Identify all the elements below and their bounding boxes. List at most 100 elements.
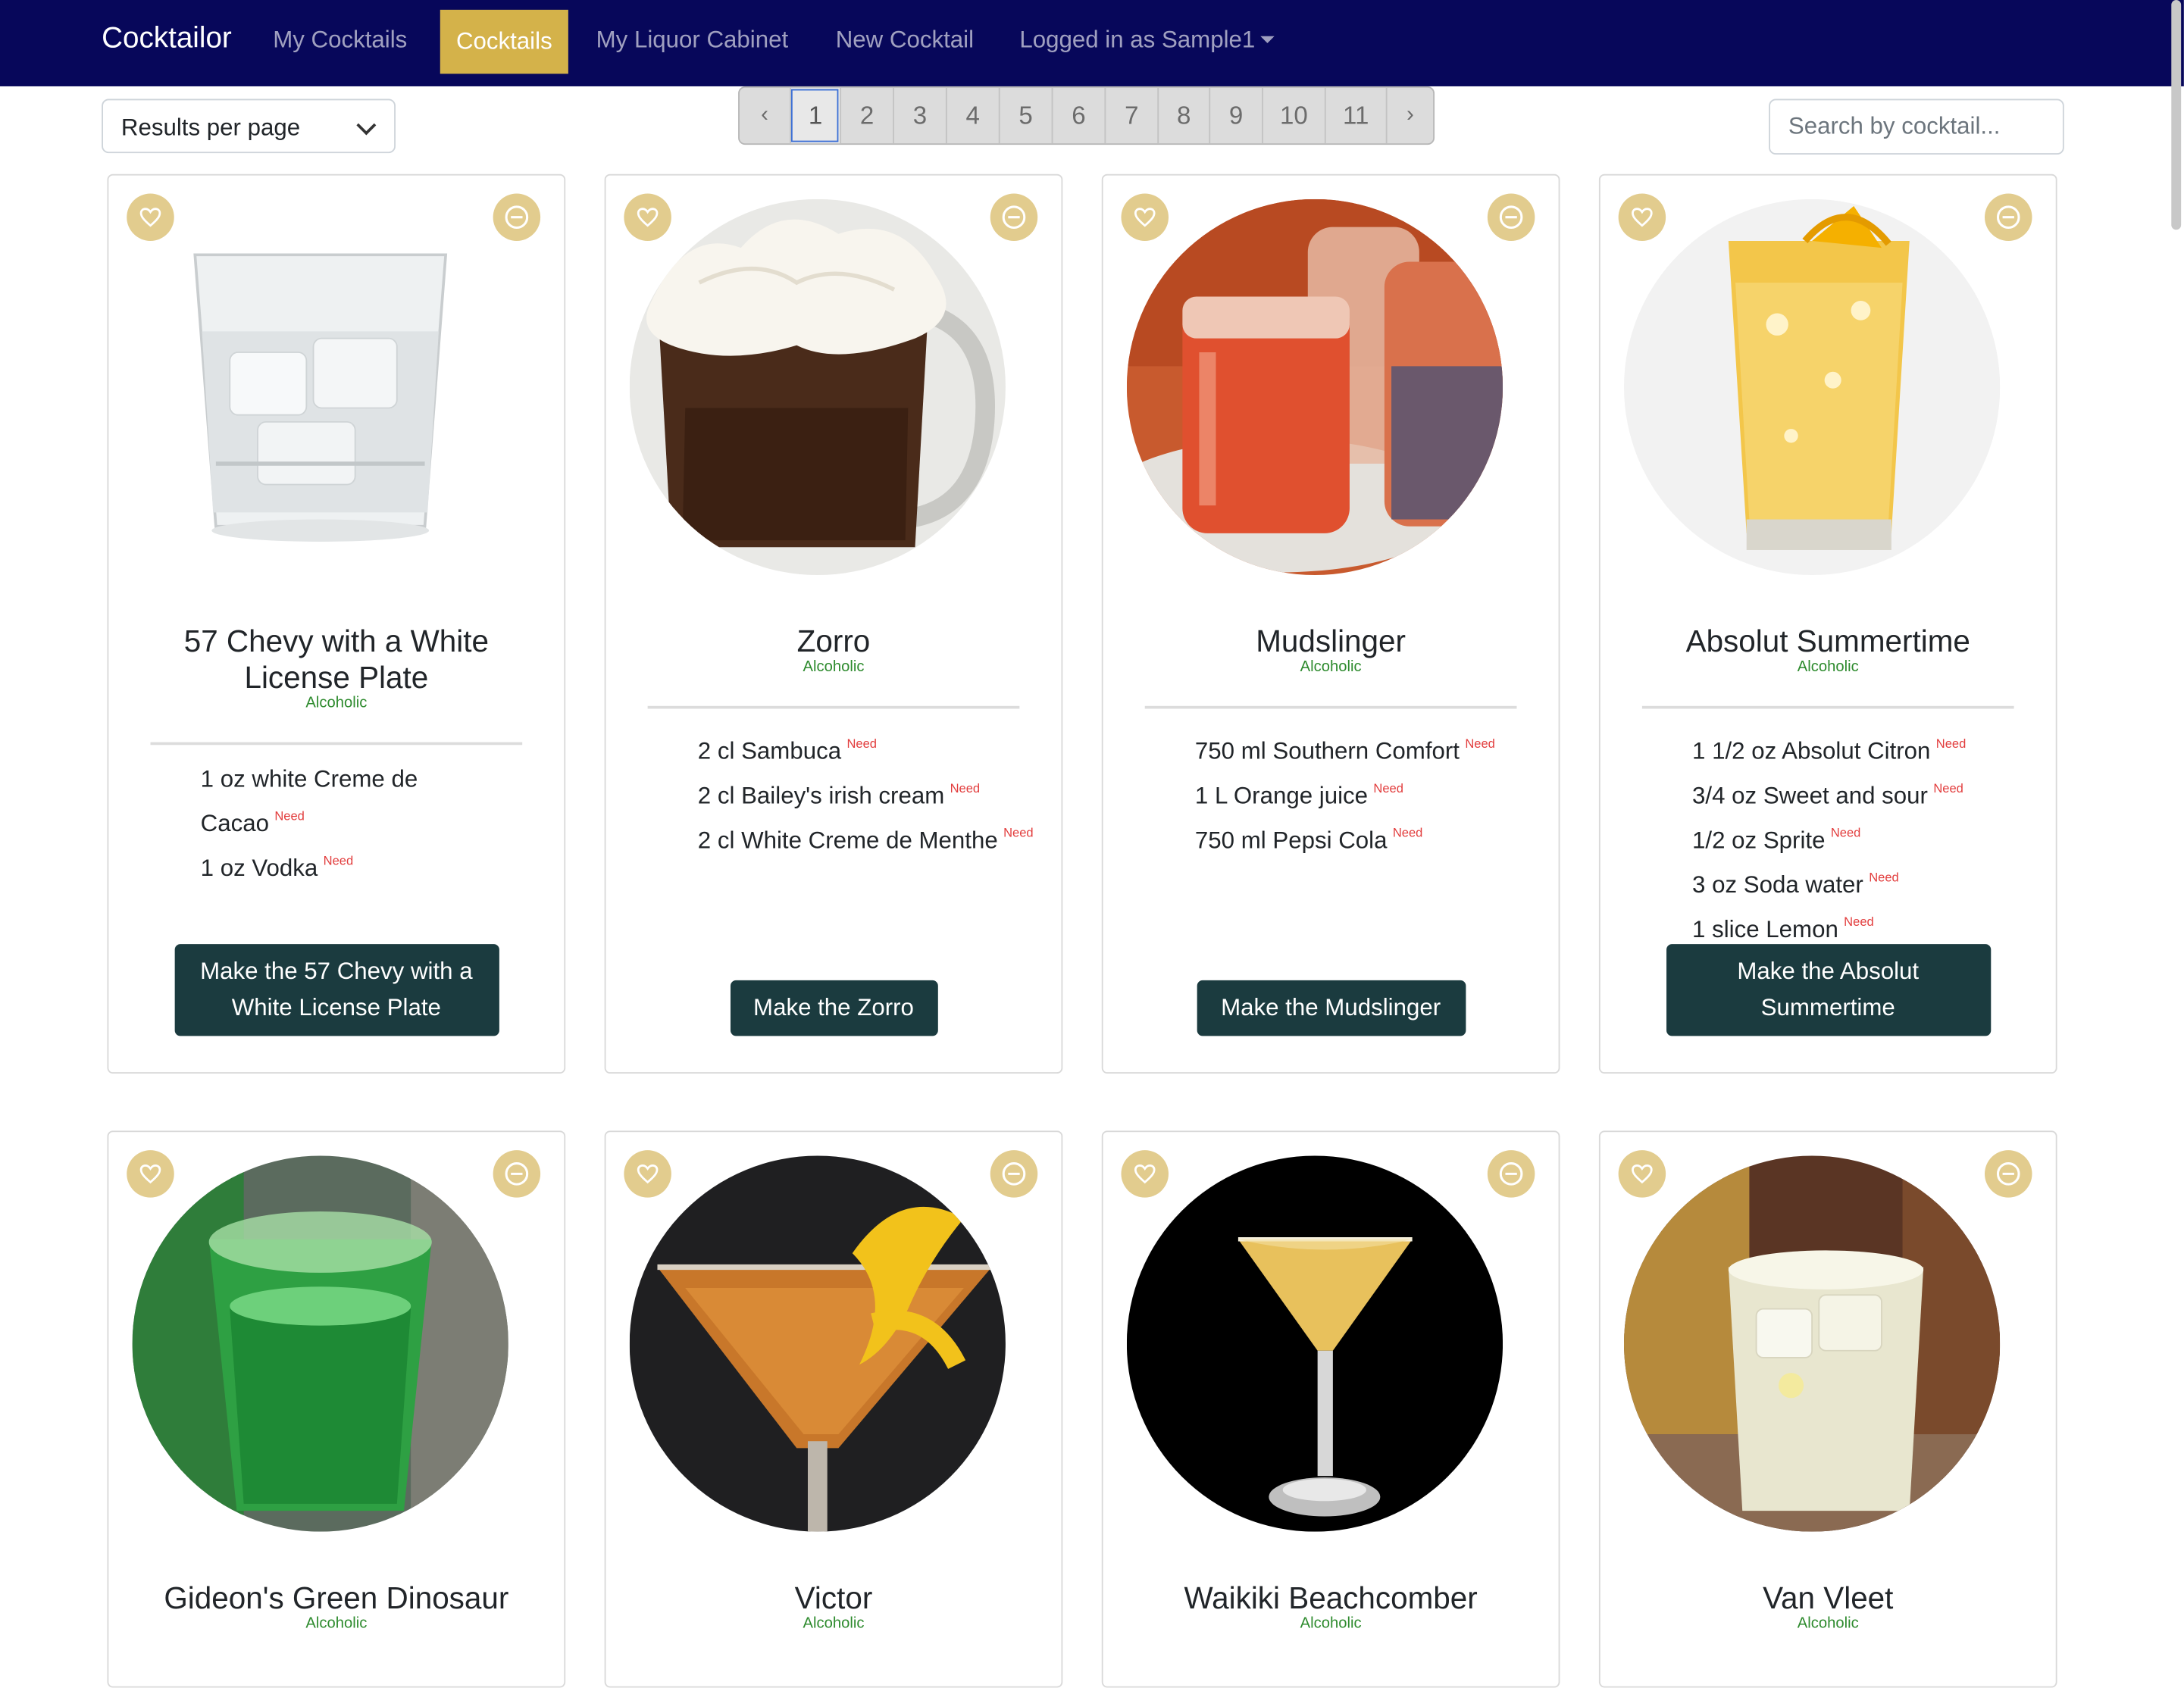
- scrollbar-thumb[interactable]: [2171, 0, 2182, 230]
- ingredient: 1 oz white Creme de Cacao Need: [200, 765, 418, 837]
- need-badge: Need: [1844, 914, 1874, 929]
- minus-circle-icon: [1499, 205, 1523, 230]
- page: Cocktailor My Cocktails Cocktails My Liq…: [0, 0, 2184, 1688]
- divider: [150, 742, 523, 746]
- page-8[interactable]: 8: [1157, 87, 1209, 144]
- nav-new-cocktail[interactable]: New Cocktail: [836, 27, 974, 55]
- page-10[interactable]: 10: [1262, 87, 1325, 144]
- cocktail-card: Gideon's Green Dinosaur Alcoholic: [107, 1130, 566, 1688]
- cocktail-image[interactable]: [132, 1155, 508, 1532]
- cocktail-type: Alcoholic: [803, 1615, 865, 1633]
- divider: [647, 705, 1020, 709]
- favorite-button[interactable]: [127, 1150, 174, 1198]
- cocktail-image[interactable]: [1126, 198, 1503, 576]
- page-2[interactable]: 2: [840, 87, 893, 144]
- page-6[interactable]: 6: [1051, 87, 1105, 144]
- cocktail-image[interactable]: [629, 198, 1006, 576]
- cocktail-card: Mudslinger Alcoholic 750 ml Southern Com…: [1101, 173, 1560, 1074]
- remove-button[interactable]: [1985, 193, 2032, 241]
- remove-button[interactable]: [1985, 1150, 2032, 1198]
- cocktail-type: Alcoholic: [1300, 1615, 1362, 1633]
- nav-my-cocktails[interactable]: My Cocktails: [273, 27, 407, 55]
- favorite-button[interactable]: [1121, 193, 1169, 241]
- user-menu-label: Logged in as Sample1: [1019, 26, 1256, 53]
- minus-circle-icon: [1002, 205, 1026, 230]
- heart-icon: [1632, 1164, 1653, 1184]
- top-navbar: Cocktailor My Cocktails Cocktails My Liq…: [0, 0, 2184, 86]
- cocktail-image[interactable]: [1623, 1155, 2001, 1532]
- brand-logo[interactable]: Cocktailor: [102, 22, 232, 55]
- nav-cocktails[interactable]: Cocktails: [440, 9, 568, 74]
- ingredient: 1/2 oz Sprite Need: [1692, 825, 1861, 854]
- cocktail-image[interactable]: [132, 198, 508, 576]
- cocktail-card: Absolut Summertime Alcoholic 1 1/2 oz Ab…: [1598, 173, 2057, 1074]
- minus-circle-icon: [1002, 1162, 1026, 1186]
- need-badge: Need: [950, 781, 981, 796]
- cocktail-title-line: 57 Chevy with a White: [183, 624, 489, 659]
- need-badge: Need: [1003, 825, 1034, 840]
- heart-icon: [637, 208, 659, 227]
- results-per-page-select[interactable]: Results per page: [102, 98, 396, 154]
- cocktail-title: 57 Chevy with a White License Plate: [136, 624, 536, 696]
- favorite-button[interactable]: [127, 193, 174, 241]
- cocktail-image[interactable]: [1126, 1155, 1503, 1532]
- cocktail-title: Victor: [794, 1580, 873, 1615]
- favorite-button[interactable]: [1121, 1150, 1169, 1198]
- nav-my-liquor-cabinet[interactable]: My Liquor Cabinet: [596, 27, 789, 55]
- ingredient: 1 slice Lemon Need: [1692, 914, 1874, 943]
- cocktail-type: Alcoholic: [1300, 658, 1362, 676]
- page-9[interactable]: 9: [1209, 87, 1262, 144]
- minus-circle-icon: [1996, 205, 2020, 230]
- cocktail-title: Mudslinger: [1256, 624, 1406, 659]
- make-cocktail-button[interactable]: Make the Absolut Summertime: [1666, 944, 1991, 1036]
- page-3[interactable]: 3: [893, 87, 946, 144]
- cocktail-title: Absolut Summertime: [1685, 624, 1970, 659]
- ingredient-list: 750 ml Southern Comfort Need 1 L Orange j…: [1195, 726, 1544, 859]
- need-badge: Need: [1869, 870, 1899, 885]
- cocktail-card: 57 Chevy with a White License Plate Alco…: [107, 173, 566, 1074]
- favorite-button[interactable]: [1618, 193, 1666, 241]
- remove-button[interactable]: [493, 1150, 541, 1198]
- search-input[interactable]: [1769, 98, 2064, 155]
- minus-circle-icon: [1996, 1162, 2020, 1186]
- page-4[interactable]: 4: [945, 87, 999, 144]
- heart-icon: [1134, 1164, 1156, 1184]
- ingredient: 2 cl White Creme de Menthe Need: [697, 825, 1034, 854]
- cocktail-title: Van Vleet: [1763, 1580, 1894, 1615]
- make-cocktail-button[interactable]: Make the 57 Chevy with a White License Pl…: [174, 944, 499, 1036]
- page-11[interactable]: 11: [1324, 87, 1386, 144]
- heart-icon: [139, 1164, 161, 1184]
- heart-icon: [1134, 208, 1156, 227]
- page-7[interactable]: 7: [1104, 87, 1157, 144]
- pagination-prev[interactable]: ‹: [740, 88, 790, 144]
- need-badge: Need: [1465, 736, 1495, 751]
- make-cocktail-button[interactable]: Make the Zorro: [730, 980, 937, 1036]
- favorite-button[interactable]: [624, 193, 671, 241]
- ingredient-list: 2 cl Sambuca Need 2 cl Bailey's irish cre…: [698, 726, 1034, 859]
- remove-button[interactable]: [990, 1150, 1038, 1198]
- user-menu[interactable]: Logged in as Sample1: [1019, 27, 1275, 55]
- remove-button[interactable]: [1487, 193, 1535, 241]
- pagination-next[interactable]: ›: [1385, 87, 1433, 144]
- page-5[interactable]: 5: [998, 87, 1052, 144]
- results-per-page-label: Results per page: [120, 114, 301, 141]
- ingredient-list: 1 oz white Creme de Cacao Need 1 oz Vodka…: [201, 761, 508, 886]
- ingredient: 3 oz Soda water Need: [1692, 870, 1899, 899]
- page-1[interactable]: 1: [790, 87, 840, 144]
- make-cocktail-button[interactable]: Make the Mudslinger: [1196, 980, 1466, 1036]
- cocktail-title: Waikiki Beachcomber: [1184, 1580, 1478, 1615]
- remove-button[interactable]: [990, 193, 1038, 241]
- divider: [1144, 705, 1517, 709]
- cocktail-card: Victor Alcoholic: [604, 1130, 1063, 1688]
- need-badge: Need: [323, 853, 354, 868]
- cocktail-type: Alcoholic: [305, 695, 368, 712]
- need-badge: Need: [274, 808, 305, 824]
- favorite-button[interactable]: [1618, 1150, 1666, 1198]
- favorite-button[interactable]: [624, 1150, 671, 1198]
- remove-button[interactable]: [493, 193, 541, 241]
- remove-button[interactable]: [1487, 1150, 1535, 1198]
- cocktail-image[interactable]: [629, 1155, 1006, 1532]
- ingredient: 750 ml Southern Comfort Need: [1194, 736, 1495, 765]
- cocktail-image[interactable]: [1623, 198, 2001, 576]
- cocktail-type: Alcoholic: [1797, 1615, 1859, 1633]
